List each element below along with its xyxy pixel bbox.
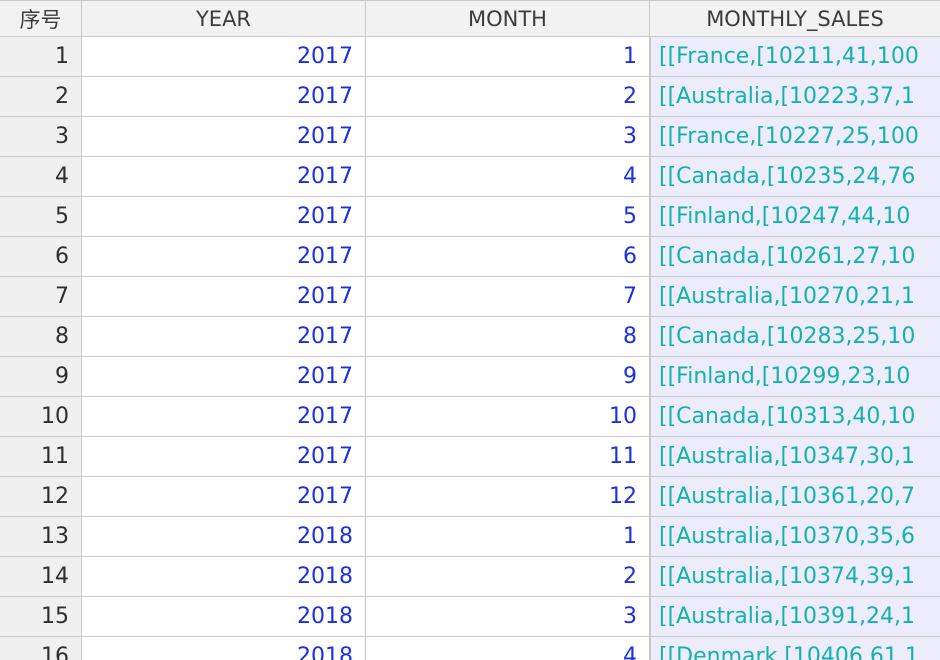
monthly-sales-cell[interactable]: [[France,[10211,41,100 bbox=[650, 37, 940, 77]
year-cell[interactable]: 2017 bbox=[82, 197, 366, 237]
row-index-cell[interactable]: 10 bbox=[0, 397, 82, 437]
monthly-sales-cell[interactable]: [[Finland,[10299,23,10 bbox=[650, 357, 940, 397]
monthly-sales-cell[interactable]: [[Australia,[10370,35,6 bbox=[650, 517, 940, 557]
year-cell[interactable]: 2018 bbox=[82, 557, 366, 597]
year-cell[interactable]: 2017 bbox=[82, 397, 366, 437]
year-cell[interactable]: 2017 bbox=[82, 157, 366, 197]
header-row: 序号 YEAR MONTH MONTHLY_SALES bbox=[0, 1, 940, 37]
year-cell[interactable]: 2017 bbox=[82, 37, 366, 77]
column-header-index[interactable]: 序号 bbox=[0, 1, 82, 37]
monthly-sales-cell[interactable]: [[Canada,[10313,40,10 bbox=[650, 397, 940, 437]
month-cell[interactable]: 4 bbox=[366, 637, 650, 660]
year-cell[interactable]: 2017 bbox=[82, 317, 366, 357]
month-cell[interactable]: 2 bbox=[366, 77, 650, 117]
month-cell[interactable]: 12 bbox=[366, 477, 650, 517]
monthly-sales-cell[interactable]: [[Canada,[10261,27,10 bbox=[650, 237, 940, 277]
monthly-sales-cell[interactable]: [[Finland,[10247,44,10 bbox=[650, 197, 940, 237]
monthly-sales-cell[interactable]: [[France,[10227,25,100 bbox=[650, 117, 940, 157]
table-row[interactable]: 7 2017 7 [[Australia,[10270,21,1 bbox=[0, 277, 940, 317]
row-index-cell[interactable]: 6 bbox=[0, 237, 82, 277]
month-cell[interactable]: 3 bbox=[366, 597, 650, 637]
table-row[interactable]: 4 2017 4 [[Canada,[10235,24,76 bbox=[0, 157, 940, 197]
year-cell[interactable]: 2017 bbox=[82, 277, 366, 317]
year-cell[interactable]: 2018 bbox=[82, 637, 366, 660]
month-cell[interactable]: 11 bbox=[366, 437, 650, 477]
table-row[interactable]: 9 2017 9 [[Finland,[10299,23,10 bbox=[0, 357, 940, 397]
row-index-cell[interactable]: 7 bbox=[0, 277, 82, 317]
month-cell[interactable]: 6 bbox=[366, 237, 650, 277]
year-cell[interactable]: 2017 bbox=[82, 357, 366, 397]
table-row[interactable]: 14 2018 2 [[Australia,[10374,39,1 bbox=[0, 557, 940, 597]
monthly-sales-cell[interactable]: [[Australia,[10361,20,7 bbox=[650, 477, 940, 517]
monthly-sales-cell[interactable]: [[Canada,[10283,25,10 bbox=[650, 317, 940, 357]
table-row[interactable]: 15 2018 3 [[Australia,[10391,24,1 bbox=[0, 597, 940, 637]
row-index-cell[interactable]: 3 bbox=[0, 117, 82, 157]
month-cell[interactable]: 7 bbox=[366, 277, 650, 317]
monthly-sales-cell[interactable]: [[Australia,[10374,39,1 bbox=[650, 557, 940, 597]
table-row[interactable]: 8 2017 8 [[Canada,[10283,25,10 bbox=[0, 317, 940, 357]
monthly-sales-cell[interactable]: [[Denmark,[10406,61,1 bbox=[650, 637, 940, 660]
table-row[interactable]: 5 2017 5 [[Finland,[10247,44,10 bbox=[0, 197, 940, 237]
row-index-cell[interactable]: 5 bbox=[0, 197, 82, 237]
monthly-sales-cell[interactable]: [[Australia,[10391,24,1 bbox=[650, 597, 940, 637]
column-header-monthly-sales[interactable]: MONTHLY_SALES bbox=[650, 1, 940, 37]
row-index-cell[interactable]: 9 bbox=[0, 357, 82, 397]
row-index-cell[interactable]: 14 bbox=[0, 557, 82, 597]
row-index-cell[interactable]: 11 bbox=[0, 437, 82, 477]
month-cell[interactable]: 5 bbox=[366, 197, 650, 237]
year-cell[interactable]: 2017 bbox=[82, 437, 366, 477]
year-cell[interactable]: 2018 bbox=[82, 597, 366, 637]
table-row[interactable]: 1 2017 1 [[France,[10211,41,100 bbox=[0, 37, 940, 77]
month-cell[interactable]: 4 bbox=[366, 157, 650, 197]
data-grid: 序号 YEAR MONTH MONTHLY_SALES 1 2017 1 [[Fran… bbox=[0, 0, 940, 660]
row-index-cell[interactable]: 13 bbox=[0, 517, 82, 557]
row-index-cell[interactable]: 15 bbox=[0, 597, 82, 637]
table-row[interactable]: 11 2017 11 [[Australia,[10347,30,1 bbox=[0, 437, 940, 477]
year-cell[interactable]: 2017 bbox=[82, 237, 366, 277]
table-row[interactable]: 10 2017 10 [[Canada,[10313,40,10 bbox=[0, 397, 940, 437]
year-cell[interactable]: 2017 bbox=[82, 77, 366, 117]
month-cell[interactable]: 2 bbox=[366, 557, 650, 597]
column-header-month[interactable]: MONTH bbox=[366, 1, 650, 37]
row-index-cell[interactable]: 1 bbox=[0, 37, 82, 77]
table-row[interactable]: 2 2017 2 [[Australia,[10223,37,1 bbox=[0, 77, 940, 117]
monthly-sales-cell[interactable]: [[Australia,[10347,30,1 bbox=[650, 437, 940, 477]
monthly-sales-cell[interactable]: [[Canada,[10235,24,76 bbox=[650, 157, 940, 197]
month-cell[interactable]: 9 bbox=[366, 357, 650, 397]
month-cell[interactable]: 8 bbox=[366, 317, 650, 357]
month-cell[interactable]: 1 bbox=[366, 517, 650, 557]
column-header-year[interactable]: YEAR bbox=[82, 1, 366, 37]
year-cell[interactable]: 2017 bbox=[82, 117, 366, 157]
table-row[interactable]: 13 2018 1 [[Australia,[10370,35,6 bbox=[0, 517, 940, 557]
row-index-cell[interactable]: 4 bbox=[0, 157, 82, 197]
row-index-cell[interactable]: 12 bbox=[0, 477, 82, 517]
row-index-cell[interactable]: 8 bbox=[0, 317, 82, 357]
row-index-cell[interactable]: 16 bbox=[0, 637, 82, 660]
month-cell[interactable]: 3 bbox=[366, 117, 650, 157]
year-cell[interactable]: 2018 bbox=[82, 517, 366, 557]
table-row[interactable]: 16 2018 4 [[Denmark,[10406,61,1 bbox=[0, 637, 940, 660]
monthly-sales-cell[interactable]: [[Australia,[10223,37,1 bbox=[650, 77, 940, 117]
row-index-cell[interactable]: 2 bbox=[0, 77, 82, 117]
month-cell[interactable]: 10 bbox=[366, 397, 650, 437]
table-row[interactable]: 12 2017 12 [[Australia,[10361,20,7 bbox=[0, 477, 940, 517]
monthly-sales-cell[interactable]: [[Australia,[10270,21,1 bbox=[650, 277, 940, 317]
month-cell[interactable]: 1 bbox=[366, 37, 650, 77]
year-cell[interactable]: 2017 bbox=[82, 477, 366, 517]
table-row[interactable]: 3 2017 3 [[France,[10227,25,100 bbox=[0, 117, 940, 157]
table-row[interactable]: 6 2017 6 [[Canada,[10261,27,10 bbox=[0, 237, 940, 277]
